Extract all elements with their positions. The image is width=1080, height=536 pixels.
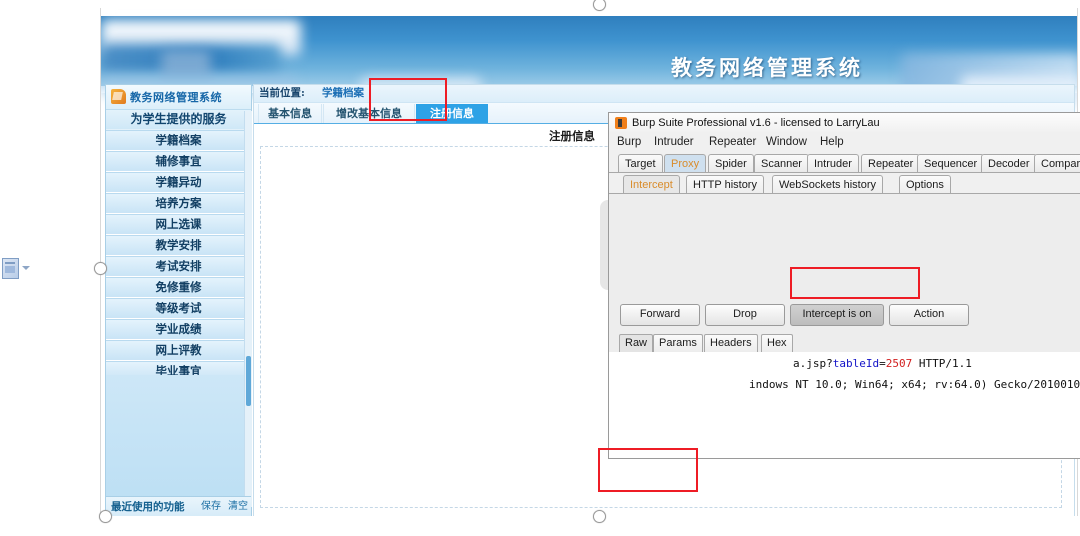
document-icon (2, 258, 19, 279)
burp-window-title: Burp Suite Professional v1.6 - licensed … (632, 117, 880, 129)
burp-intercept-pane: Forward Drop Intercept is on Action Raw … (609, 194, 1080, 458)
action-button[interactable]: Action (889, 304, 969, 326)
burp-subtab-websockets-history[interactable]: WebSockets history (772, 175, 884, 194)
sidebar-scrollbar[interactable] (244, 111, 252, 507)
menu-window[interactable]: Window (766, 136, 807, 148)
menu-burp[interactable]: Burp (617, 136, 641, 148)
redacted-banner-region-2 (101, 44, 281, 74)
request-param-eq: = (879, 357, 886, 370)
burp-tab-scanner[interactable]: Scanner (754, 154, 809, 173)
burp-tab-repeater[interactable]: Repeater (861, 154, 921, 173)
sidebar-item-kaoshi-anpai[interactable]: 考试安排 (106, 256, 251, 277)
sidebar-item-wangshang-pingjiao[interactable]: 网上评教 (106, 340, 251, 361)
sidebar-item-peiyang-fangan[interactable]: 培养方案 (106, 193, 251, 214)
request-path: a.jsp? (793, 357, 833, 370)
app-banner: 教务网络管理系统 (101, 16, 1077, 106)
sidebar-item-wangshang-xuanke[interactable]: 网上选课 (106, 214, 251, 235)
menu-repeater[interactable]: Repeater (709, 136, 756, 148)
sidebar-item-xueji-dangan[interactable]: 学籍档案 (106, 130, 251, 151)
clear-link[interactable]: 清空 (228, 497, 248, 516)
sidebar-empty-area (106, 375, 251, 507)
burp-subtab-intercept[interactable]: Intercept (623, 175, 680, 194)
sidebar-item-jiaoxue-anpai[interactable]: 教学安排 (106, 235, 251, 256)
request-line: a.jsp?tableId=2507 HTTP/1.1 (793, 357, 972, 370)
sidebar-logo: 教务网络管理系统 (106, 85, 251, 110)
sidebar-item-fuxiu-shiyi[interactable]: 辅修事宜 (106, 151, 251, 172)
page-title: 教务网络管理系统 (671, 55, 863, 80)
request-param-value: 2507 (885, 357, 913, 370)
burp-tab-proxy[interactable]: Proxy (664, 154, 707, 173)
sidebar-item-xueji-yidong[interactable]: 学籍异动 (106, 172, 251, 193)
burp-app-icon (615, 117, 627, 129)
menu-intruder[interactable]: Intruder (654, 136, 694, 148)
image-placeholder-icon (2, 258, 30, 280)
burp-main-tabs: Target Proxy Spider Scanner Intruder Rep… (609, 154, 1080, 173)
burp-main-tabs-divider (609, 172, 1080, 173)
sidebar-item-mianxiu-chongxiu[interactable]: 免修重修 (106, 277, 251, 298)
burp-suite-window: Burp Suite Professional v1.6 - licensed … (608, 112, 1080, 459)
request-editor[interactable]: a.jsp?tableId=2507 HTTP/1.1 indows NT 10… (609, 352, 1080, 458)
sidebar-item-dengji-kaoshi[interactable]: 等级考试 (106, 298, 251, 319)
request-http-version: HTTP/1.1 (912, 357, 972, 370)
request-tab-raw[interactable]: Raw (619, 334, 654, 352)
tab-registration-info[interactable]: 注册信息 (416, 104, 488, 123)
request-tab-hex[interactable]: Hex (761, 334, 793, 352)
breadcrumb-value: 学籍档案 (322, 87, 364, 99)
sidebar-item-xueye-chengji[interactable]: 学业成绩 (106, 319, 251, 340)
section-heading: 注册信息 (549, 129, 595, 143)
burp-menubar: Burp Intruder Repeater Window Help (609, 134, 1080, 153)
book-icon (111, 89, 126, 104)
sidebar-scrollbar-thumb[interactable] (246, 356, 251, 406)
redacted-banner-region-1 (101, 20, 301, 56)
slide-handle-bottom-left[interactable] (99, 510, 112, 523)
burp-tab-comparer[interactable]: Comparer (1034, 154, 1080, 173)
forward-button[interactable]: Forward (620, 304, 700, 326)
sidebar: 教务网络管理系统 为学生提供的服务 学籍档案 辅修事宜 学籍异动 培养方案 网上… (105, 84, 252, 516)
burp-tab-target[interactable]: Target (618, 154, 663, 173)
sidebar-menu: 学籍档案 辅修事宜 学籍异动 培养方案 网上选课 教学安排 考试安排 免修重修 … (106, 130, 251, 382)
burp-subtab-options[interactable]: Options (899, 175, 951, 194)
slide-handle-left[interactable] (94, 262, 107, 275)
tab-edit-basic-info[interactable]: 增改基本信息 (323, 104, 415, 123)
slide-handle-bottom[interactable] (593, 510, 606, 523)
request-tab-headers[interactable]: Headers (704, 334, 758, 352)
save-link[interactable]: 保存 (201, 497, 221, 516)
sidebar-section-header: 为学生提供的服务 (106, 110, 251, 129)
sidebar-footer: 最近使用的功能 保存 清空 (106, 496, 251, 516)
tab-basic-info[interactable]: 基本信息 (258, 104, 322, 123)
burp-subtab-http-history[interactable]: HTTP history (686, 175, 764, 194)
recent-functions-label: 最近使用的功能 (111, 501, 185, 513)
burp-tab-spider[interactable]: Spider (708, 154, 754, 173)
request-user-agent-line: indows NT 10.0; Win64; x64; rv:64.0) Gec… (749, 378, 1080, 391)
slide-canvas: 教务网络管理系统 教务网络管理系统 为学生提供的服务 学籍档案 辅修事宜 学籍异… (0, 0, 1080, 536)
intercept-toggle-button[interactable]: Intercept is on (790, 304, 884, 326)
breadcrumb-label: 当前位置: (259, 87, 305, 99)
burp-tab-decoder[interactable]: Decoder (981, 154, 1037, 173)
burp-tab-sequencer[interactable]: Sequencer (917, 154, 985, 173)
request-param-name: tableId (832, 357, 880, 370)
burp-titlebar: Burp Suite Professional v1.6 - licensed … (609, 113, 1080, 133)
chevron-down-icon[interactable] (22, 266, 30, 270)
drop-button[interactable]: Drop (705, 304, 785, 326)
request-tab-params[interactable]: Params (653, 334, 703, 352)
breadcrumb: 当前位置: 学籍档案 (254, 85, 1074, 103)
burp-proxy-subtabs: Intercept HTTP history WebSockets histor… (609, 175, 1080, 194)
menu-help[interactable]: Help (820, 136, 844, 148)
burp-tab-intruder[interactable]: Intruder (807, 154, 859, 173)
sidebar-logo-label: 教务网络管理系统 (130, 91, 222, 104)
